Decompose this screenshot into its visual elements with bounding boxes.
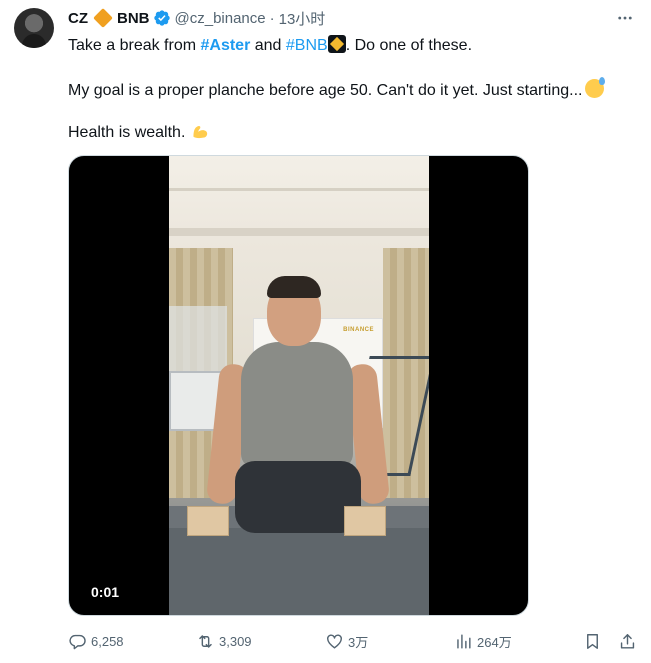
reply-count: 6,258 bbox=[91, 633, 124, 649]
views-button[interactable]: 264万 bbox=[454, 630, 512, 652]
author-name[interactable]: CZ bbox=[68, 10, 88, 27]
video-frame: BINANCE bbox=[169, 156, 429, 615]
like-icon bbox=[327, 633, 342, 649]
tweet: CZ BNB @cz_binance · 13小时 Take a break f… bbox=[0, 0, 651, 663]
author-badge-label[interactable]: BNB bbox=[117, 10, 150, 27]
text-segment: . Do one of these. bbox=[345, 37, 473, 54]
person-shorts bbox=[235, 461, 361, 533]
more-options-button[interactable] bbox=[615, 8, 635, 28]
bookmark-button[interactable] bbox=[583, 630, 606, 652]
more-icon bbox=[618, 16, 632, 20]
flexed-biceps-emoji-icon bbox=[193, 126, 207, 139]
text-segment: Take a break from bbox=[68, 37, 201, 54]
ceiling-line bbox=[169, 188, 429, 191]
views-icon bbox=[457, 633, 471, 649]
person-torso bbox=[241, 342, 353, 468]
share-icon bbox=[620, 633, 635, 649]
verified-badge-icon bbox=[153, 10, 170, 26]
views-count: 264万 bbox=[477, 634, 512, 650]
share-button[interactable] bbox=[618, 630, 641, 652]
author-handle[interactable]: @cz_binance bbox=[175, 10, 266, 27]
reply-button[interactable]: 6,258 bbox=[68, 630, 124, 652]
orange-diamond-icon bbox=[93, 8, 113, 28]
bnb-logo-icon bbox=[327, 35, 346, 53]
like-count: 3万 bbox=[348, 634, 369, 650]
reply-icon bbox=[69, 634, 86, 649]
hashtag-bnb-link[interactable]: #BNB bbox=[286, 37, 328, 54]
binance-sign: BINANCE bbox=[343, 327, 374, 333]
exercise-mat bbox=[169, 528, 429, 615]
hashtag-aster-link[interactable]: #Aster bbox=[201, 37, 251, 54]
text-segment: and bbox=[250, 37, 286, 54]
separator-dot: · bbox=[269, 9, 275, 27]
tweet-header: CZ BNB @cz_binance · 13小时 bbox=[68, 8, 325, 28]
like-button[interactable]: 3万 bbox=[325, 630, 368, 652]
tweet-actions: 6,258 3,309 3万 264万 bbox=[68, 630, 636, 652]
video-player[interactable]: BINANCE 0:01 bbox=[68, 155, 529, 616]
text-segment: My goal is a proper planche before age 5… bbox=[68, 82, 583, 99]
tweet-timestamp[interactable]: 13小时 bbox=[279, 8, 326, 29]
bookmark-icon bbox=[587, 633, 598, 649]
retweet-button[interactable]: 3,309 bbox=[196, 630, 252, 652]
sweat-smile-emoji-icon bbox=[585, 77, 606, 98]
wooden-block-right bbox=[344, 506, 386, 536]
wall-molding bbox=[169, 228, 429, 236]
wooden-block-left bbox=[187, 506, 229, 536]
retweet-icon bbox=[199, 634, 212, 648]
retweet-count: 3,309 bbox=[219, 633, 252, 649]
avatar[interactable] bbox=[14, 8, 54, 48]
video-timer: 0:01 bbox=[91, 584, 120, 600]
tweet-text-line-3: Health is wealth. bbox=[68, 122, 210, 143]
tweet-text-line-2: My goal is a proper planche before age 5… bbox=[68, 77, 606, 101]
person-hair bbox=[267, 276, 321, 298]
tweet-text-line-1: Take a break from #Aster and #BNB . Do on… bbox=[68, 35, 472, 56]
text-segment: Health is wealth. bbox=[68, 124, 186, 141]
